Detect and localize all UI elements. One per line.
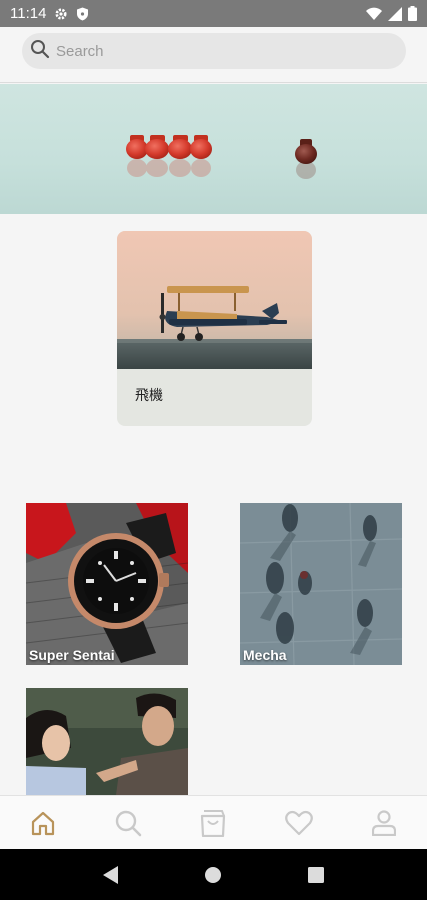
tile-label: Super Sentai <box>29 647 115 663</box>
category-tile-drama[interactable] <box>26 688 188 795</box>
featured-label: 飛機 <box>135 387 163 403</box>
status-bar: 11:14 <box>0 0 427 27</box>
recents-button[interactable] <box>301 860 331 890</box>
back-icon <box>103 865 119 884</box>
system-nav-bar <box>0 849 427 900</box>
nav-cart[interactable] <box>193 803 233 843</box>
signal-icon <box>388 6 402 21</box>
promo-banner[interactable] <box>0 84 427 214</box>
bag-icon <box>201 809 226 837</box>
shield-icon <box>76 7 89 21</box>
crowd-image <box>240 503 402 665</box>
nav-home[interactable] <box>23 803 63 843</box>
recents-icon <box>307 866 324 883</box>
wifi-icon <box>366 7 382 21</box>
home-circle-icon <box>205 866 222 883</box>
home-button[interactable] <box>198 860 228 890</box>
search-input[interactable] <box>56 42 376 60</box>
gear-icon <box>54 7 68 21</box>
watch-image <box>26 503 188 665</box>
search-bar[interactable] <box>22 33 406 69</box>
category-tile-super-sentai[interactable]: Super Sentai <box>26 503 188 665</box>
nav-profile[interactable] <box>364 803 404 843</box>
back-button[interactable] <box>96 860 126 890</box>
tile-label: Mecha <box>243 647 287 663</box>
airplane-image <box>117 231 312 369</box>
nav-favorites[interactable] <box>279 803 319 843</box>
search-icon <box>115 810 142 836</box>
featured-card[interactable]: 飛機 <box>117 231 312 426</box>
search-header <box>0 27 427 83</box>
bottom-nav <box>0 795 427 849</box>
home-icon <box>31 811 54 835</box>
nav-search[interactable] <box>108 803 148 843</box>
profile-icon <box>372 809 397 836</box>
drama-image <box>26 688 188 795</box>
status-time: 11:14 <box>10 5 47 22</box>
banner-image <box>126 135 317 179</box>
category-tile-mecha[interactable]: Mecha <box>240 503 402 665</box>
battery-icon <box>408 6 417 21</box>
search-icon <box>30 39 50 64</box>
heart-icon <box>285 810 313 835</box>
